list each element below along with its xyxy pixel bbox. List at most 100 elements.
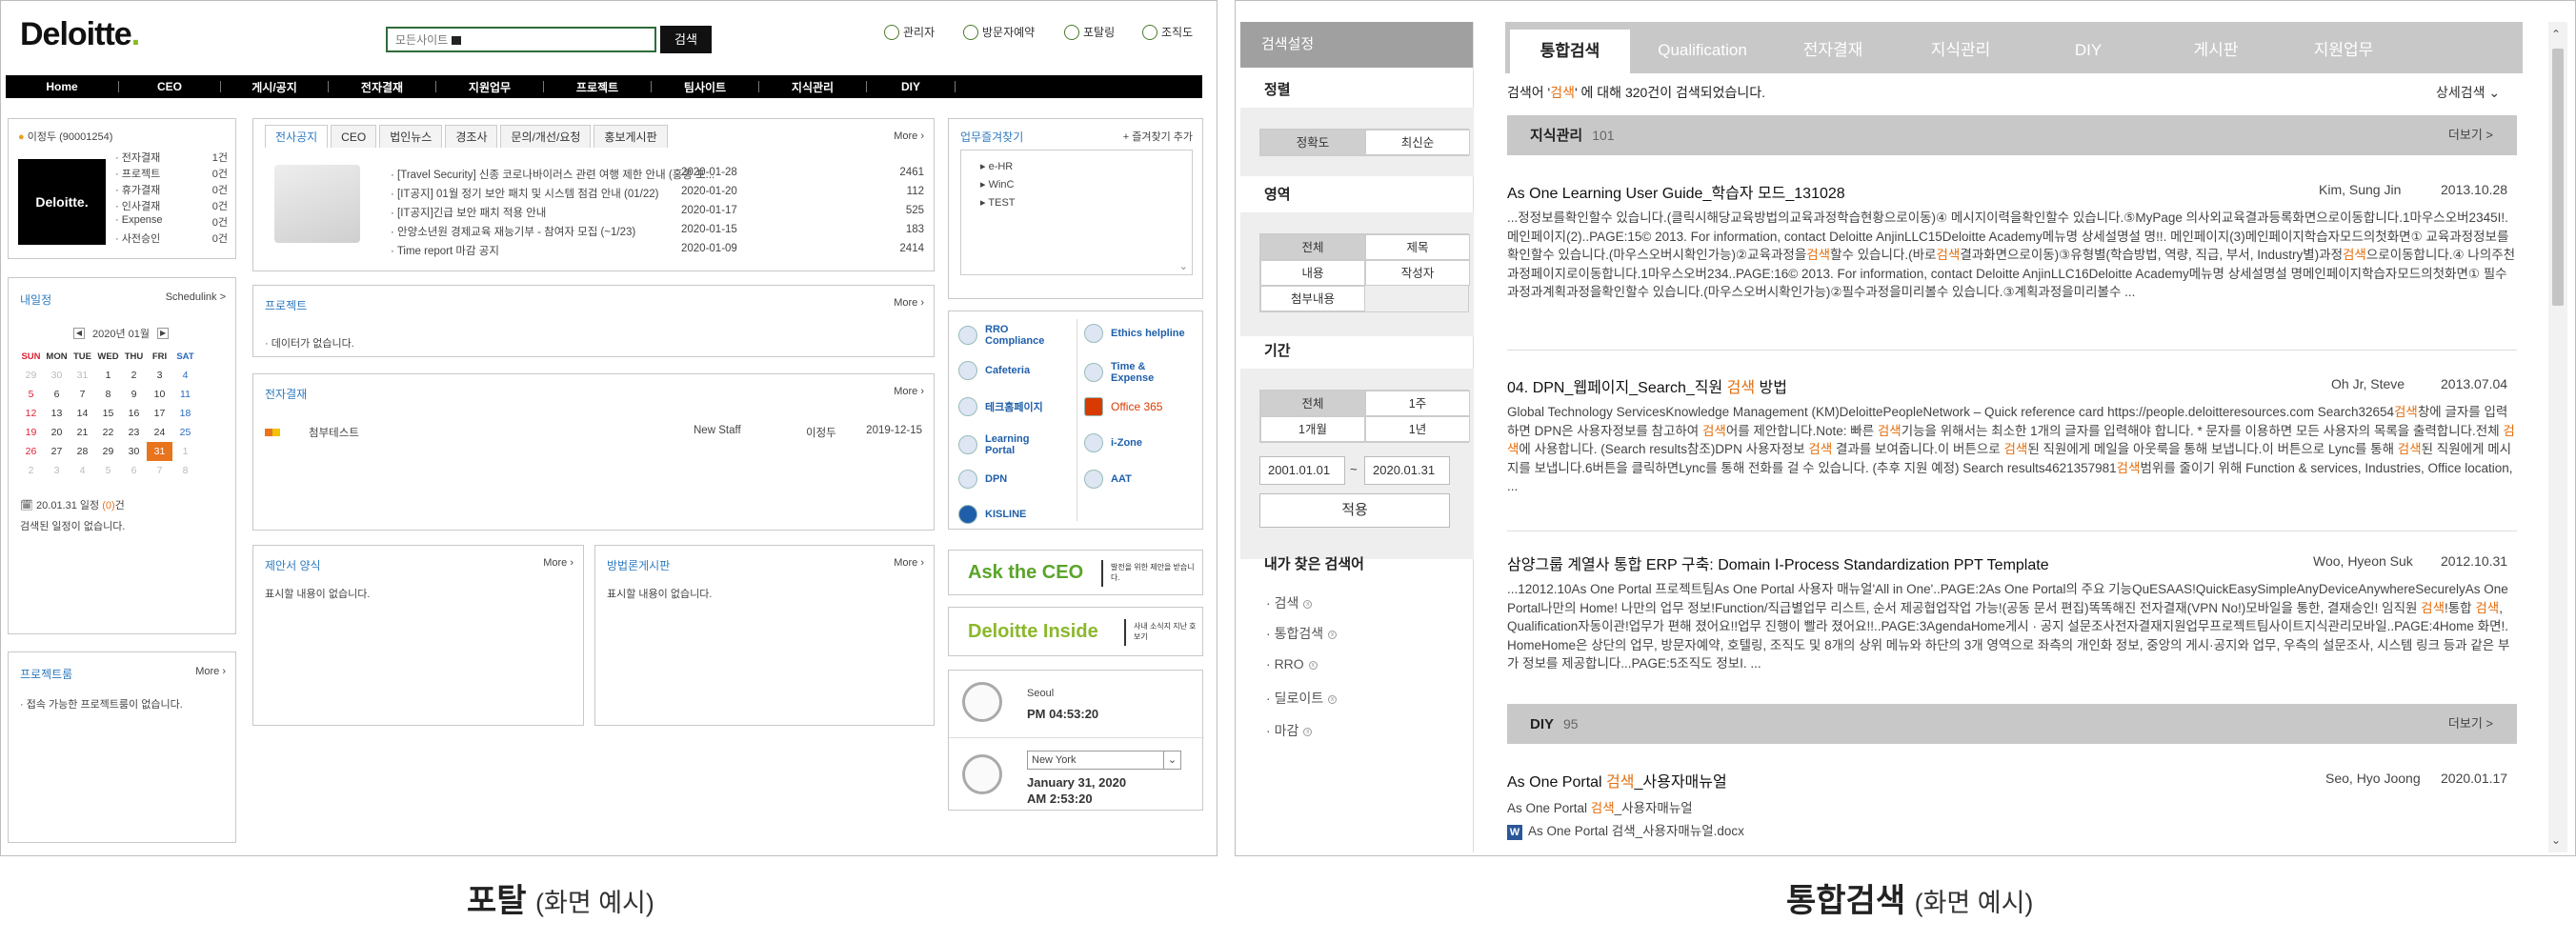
link-cafeteria[interactable]: Cafeteria [958,361,1030,380]
calendar-day[interactable]: 4 [70,461,95,480]
stat-row[interactable]: · 전자결재 1건 [115,150,228,166]
recent-keyword[interactable]: · RRO x [1266,656,1318,671]
tab-inquiry[interactable]: 문의/개선/요청 [500,125,592,148]
prev-month-icon[interactable]: ◀ [73,328,85,339]
calendar-day[interactable]: 1 [172,442,198,461]
scroll-down-icon[interactable]: ⌄ [2551,833,2561,847]
calendar-day[interactable]: 19 [18,423,44,442]
calendar-day[interactable]: 1 [95,366,121,385]
calendar-day[interactable]: 4 [172,366,198,385]
approval-row[interactable]: 첨부테스트 New Staff 이정두 2019-12-15 [265,425,922,440]
notice-row[interactable]: · 안양소년원 경제교육 재능기부 - 참여자 모집 (~1/23) 2020-0… [391,224,924,239]
area-author[interactable]: 작성자 [1365,260,1470,286]
util-admin[interactable]: 관리자 [884,24,935,40]
calendar-day[interactable]: 30 [121,442,147,461]
more-link[interactable]: 더보기 > [2448,704,2493,744]
calendar-day[interactable]: 3 [44,461,70,480]
add-favorite-link[interactable]: + 즐겨찾기 추가 [1123,129,1193,144]
more-link[interactable]: More › [543,557,574,569]
nav-item[interactable]: 프로젝트 [544,79,651,95]
stat-row[interactable]: · 프로젝트 0건 [115,166,228,182]
calendar-day[interactable]: 20 [44,423,70,442]
calendar-day[interactable]: 27 [44,442,70,461]
link-office365[interactable]: Office 365 [1084,397,1162,416]
calendar-day[interactable]: 26 [18,442,44,461]
deloitte-inside-banner[interactable]: Deloitte Inside 사내 소식지 지난 호 보기 [948,607,1203,656]
period-1m[interactable]: 1개월 [1260,416,1365,442]
link-dpn[interactable]: DPN [958,470,1007,489]
apply-button[interactable]: 적용 [1259,493,1450,528]
tab-knowledge[interactable]: 지식관리 [1897,28,2024,73]
nav-item[interactable]: 지원업무 [436,79,543,95]
link-kisline[interactable]: KISLINE [958,505,1026,524]
schedulink-link[interactable]: Schedulink > [166,291,226,303]
calendar-day[interactable]: 8 [172,461,198,480]
calendar-day[interactable]: 2 [18,461,44,480]
calendar-day[interactable]: 29 [95,442,121,461]
tab-support[interactable]: 지원업무 [2280,28,2407,73]
result-title[interactable]: 삼양그룹 계열사 통합 ERP 구축: Domain Ⅰ-Process Sta… [1507,551,2049,574]
nav-item[interactable]: 게시/공지 [221,79,328,95]
more-link[interactable]: More › [894,297,924,309]
calendar-day[interactable]: 29 [18,366,44,385]
remove-icon[interactable]: x [1328,630,1338,639]
util-hoteling[interactable]: 포탈링 [1064,24,1115,40]
chevron-down-icon[interactable]: ⌄ [1163,752,1180,769]
calendar-day[interactable]: 7 [147,461,172,480]
tab-events[interactable]: 경조사 [445,125,498,148]
tab-all[interactable]: 통합검색 [1510,30,1630,73]
util-visitor[interactable]: 방문자예약 [963,24,1035,40]
recent-keyword[interactable]: · 검색 x [1266,593,1313,612]
nav-item[interactable]: CEO [119,80,220,93]
next-month-icon[interactable]: ▶ [157,328,170,339]
calendar-day[interactable]: 28 [70,442,95,461]
nav-item[interactable]: 팀사이트 [652,79,758,95]
nav-item[interactable]: DIY [867,80,955,93]
util-org[interactable]: 조직도 [1142,24,1193,40]
remove-icon[interactable]: x [1303,727,1313,736]
nav-item[interactable]: Home [6,80,118,93]
date-to-input[interactable]: 2020.01.31 [1364,456,1450,485]
favorite-item[interactable]: ▸ e-HR [980,160,1013,172]
notice-row[interactable]: · Time report 마감 공지 2020-01-09 2414 [391,243,924,258]
recent-keyword[interactable]: · 통합검색 x [1266,624,1338,643]
more-link[interactable]: More › [894,130,924,142]
remove-icon[interactable]: x [1303,599,1313,609]
calendar-day[interactable]: 7 [70,385,95,404]
remove-icon[interactable]: x [1328,694,1338,704]
calendar-day[interactable]: 17 [147,404,172,423]
result-title[interactable]: 04. DPN_웹페이지_Search_직원 검색 방법 [1507,374,1787,397]
area-attachment[interactable]: 첨부내용 [1260,286,1365,311]
calendar-day[interactable]: 2 [121,366,147,385]
tab-news[interactable]: 법인뉴스 [379,125,443,148]
calendar-day[interactable]: 16 [121,404,147,423]
link-ethics[interactable]: Ethics helpline [1084,324,1187,343]
favorite-item[interactable]: ▸ WinC [980,178,1014,190]
tab-diy[interactable]: DIY [2024,28,2152,73]
tab-approval[interactable]: 전자결재 [1769,28,1897,73]
remove-icon[interactable]: x [1308,660,1318,670]
period-all[interactable]: 전체 [1260,391,1365,416]
scrollbar[interactable]: ⌃ ⌄ [2548,22,2567,852]
calendar-day[interactable]: 3 [147,366,172,385]
tab-board[interactable]: 게시판 [2152,28,2280,73]
scroll-down-icon[interactable]: ⌄ [1179,260,1188,272]
sort-accuracy[interactable]: 정확도 [1260,130,1365,155]
stat-row[interactable]: · 인사결재 0건 [115,198,228,214]
calendar-day-today[interactable]: 31 [147,442,172,461]
scroll-thumb[interactable] [2552,49,2564,306]
recent-keyword[interactable]: · 딜로이트 x [1266,689,1338,708]
calendar-day[interactable]: 18 [172,404,198,423]
calendar-day[interactable]: 13 [44,404,70,423]
calendar-day[interactable]: 21 [70,423,95,442]
calendar-day[interactable]: 23 [121,423,147,442]
area-title[interactable]: 제목 [1365,234,1470,260]
more-link[interactable]: More › [894,557,924,569]
calendar-day[interactable]: 5 [95,461,121,480]
scroll-up-icon[interactable]: ⌃ [2551,28,2561,41]
area-all[interactable]: 전체 [1260,234,1365,260]
link-tech-homepage[interactable]: 테크홈페이지 [958,397,1043,416]
calendar-day[interactable]: 25 [172,423,198,442]
tab-notice[interactable]: 전사공지 [265,125,329,148]
calendar-day[interactable]: 22 [95,423,121,442]
